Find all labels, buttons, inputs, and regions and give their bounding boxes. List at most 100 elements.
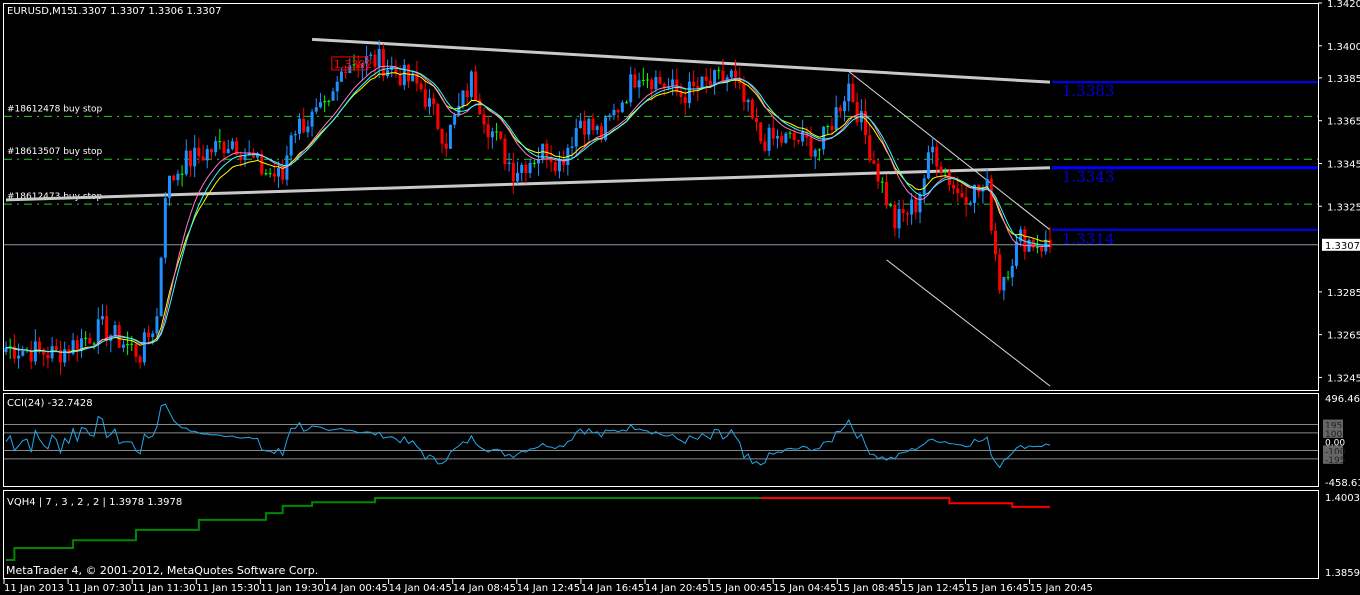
price-tick-label: 1.3385 — [1327, 74, 1360, 85]
trading-chart[interactable]: #18612478 buy stop#18613507 buy stop#186… — [0, 0, 1360, 595]
candle — [465, 83, 469, 105]
candle-body — [507, 162, 511, 165]
candle — [377, 40, 381, 78]
candle — [599, 122, 603, 143]
candle — [998, 248, 1002, 294]
candle — [297, 113, 301, 140]
candle-body — [130, 343, 134, 345]
candle — [159, 256, 163, 317]
candle — [629, 66, 633, 107]
candle-body — [587, 118, 591, 135]
price-tick-label: 1.3400 — [1327, 42, 1360, 53]
candle — [100, 304, 104, 326]
candle — [318, 92, 322, 109]
candle — [172, 174, 176, 182]
candle-body — [84, 337, 88, 339]
vqh-label: VQH4 | 7 , 3 , 2 , 2 | 1.3978 1.3978 — [7, 497, 182, 508]
candle — [893, 200, 897, 237]
candle — [557, 151, 561, 179]
trendline — [848, 71, 1051, 231]
candle-body — [897, 209, 901, 229]
candle-body — [918, 194, 922, 213]
candle — [595, 124, 599, 135]
candle-body — [75, 340, 79, 352]
order-label: #18613507 buy stop — [7, 147, 103, 157]
candle — [205, 145, 209, 169]
candle — [390, 56, 394, 78]
candle — [872, 150, 876, 165]
candle-body — [436, 104, 440, 129]
candle — [142, 328, 146, 366]
trendline — [886, 259, 1051, 387]
vqh-min-label: 1.3859 — [1325, 568, 1360, 579]
candle — [536, 147, 540, 176]
candle-body — [465, 90, 469, 97]
candle-body — [511, 162, 515, 182]
candle-body — [905, 213, 909, 215]
candle — [528, 158, 532, 179]
candle-body — [188, 150, 192, 167]
candle — [499, 131, 503, 141]
candle-body — [813, 150, 817, 157]
main-panel-frame — [3, 3, 1319, 391]
candle-body — [381, 49, 385, 77]
candle-body — [721, 70, 725, 82]
candle — [407, 63, 411, 89]
cci-panel[interactable] — [4, 403, 1318, 469]
candle — [755, 107, 759, 131]
candle-body — [147, 332, 151, 338]
candle-body — [193, 147, 197, 167]
candle — [608, 113, 612, 121]
candle-body — [226, 148, 230, 154]
candle — [79, 328, 83, 358]
candle — [121, 340, 125, 353]
candle — [289, 132, 293, 166]
candle — [495, 122, 499, 141]
candle — [578, 113, 582, 129]
candle — [1023, 226, 1027, 260]
candle-body — [516, 172, 520, 182]
price-tick-label: 1.3265 — [1327, 331, 1360, 342]
candle-body — [293, 133, 297, 136]
candle-body — [218, 141, 222, 143]
cci-min-label: -458.613 — [1325, 478, 1360, 489]
candle — [184, 139, 188, 177]
candle — [884, 174, 888, 210]
candle — [826, 124, 830, 135]
candle — [230, 138, 234, 151]
candle — [147, 325, 151, 345]
candle-body — [1006, 277, 1010, 279]
candle — [864, 98, 868, 144]
candle — [968, 200, 972, 206]
candle — [788, 130, 792, 139]
candle-body — [683, 97, 687, 104]
candle — [809, 126, 813, 160]
candle-body — [876, 163, 880, 182]
candle-body — [654, 77, 658, 90]
candle-body — [369, 54, 373, 56]
candle — [1014, 234, 1018, 269]
candle — [29, 340, 33, 370]
candle — [855, 92, 859, 126]
candle-body — [159, 257, 163, 317]
candle — [780, 131, 784, 147]
candle-body — [402, 64, 406, 86]
candle — [323, 95, 327, 112]
candle — [1044, 230, 1048, 255]
candle-body — [792, 132, 796, 140]
candle — [843, 95, 847, 122]
candle-body — [142, 332, 146, 363]
ohlc-label: 1.3307 1.3307 1.3306 1.3307 — [72, 6, 222, 17]
candle-body — [729, 70, 733, 78]
candle-body — [440, 128, 444, 144]
candle-body — [373, 54, 377, 67]
price-panel[interactable]: #18612478 buy stop#18613507 buy stop#186… — [4, 37, 1318, 387]
candle-body — [201, 156, 205, 161]
candle-body — [335, 81, 339, 92]
candle-body — [956, 188, 960, 194]
candle — [1006, 270, 1010, 281]
candle — [214, 136, 218, 157]
candle-body — [629, 74, 633, 103]
candle-body — [780, 136, 784, 143]
current-price-label: 1.3307 — [1325, 241, 1360, 252]
